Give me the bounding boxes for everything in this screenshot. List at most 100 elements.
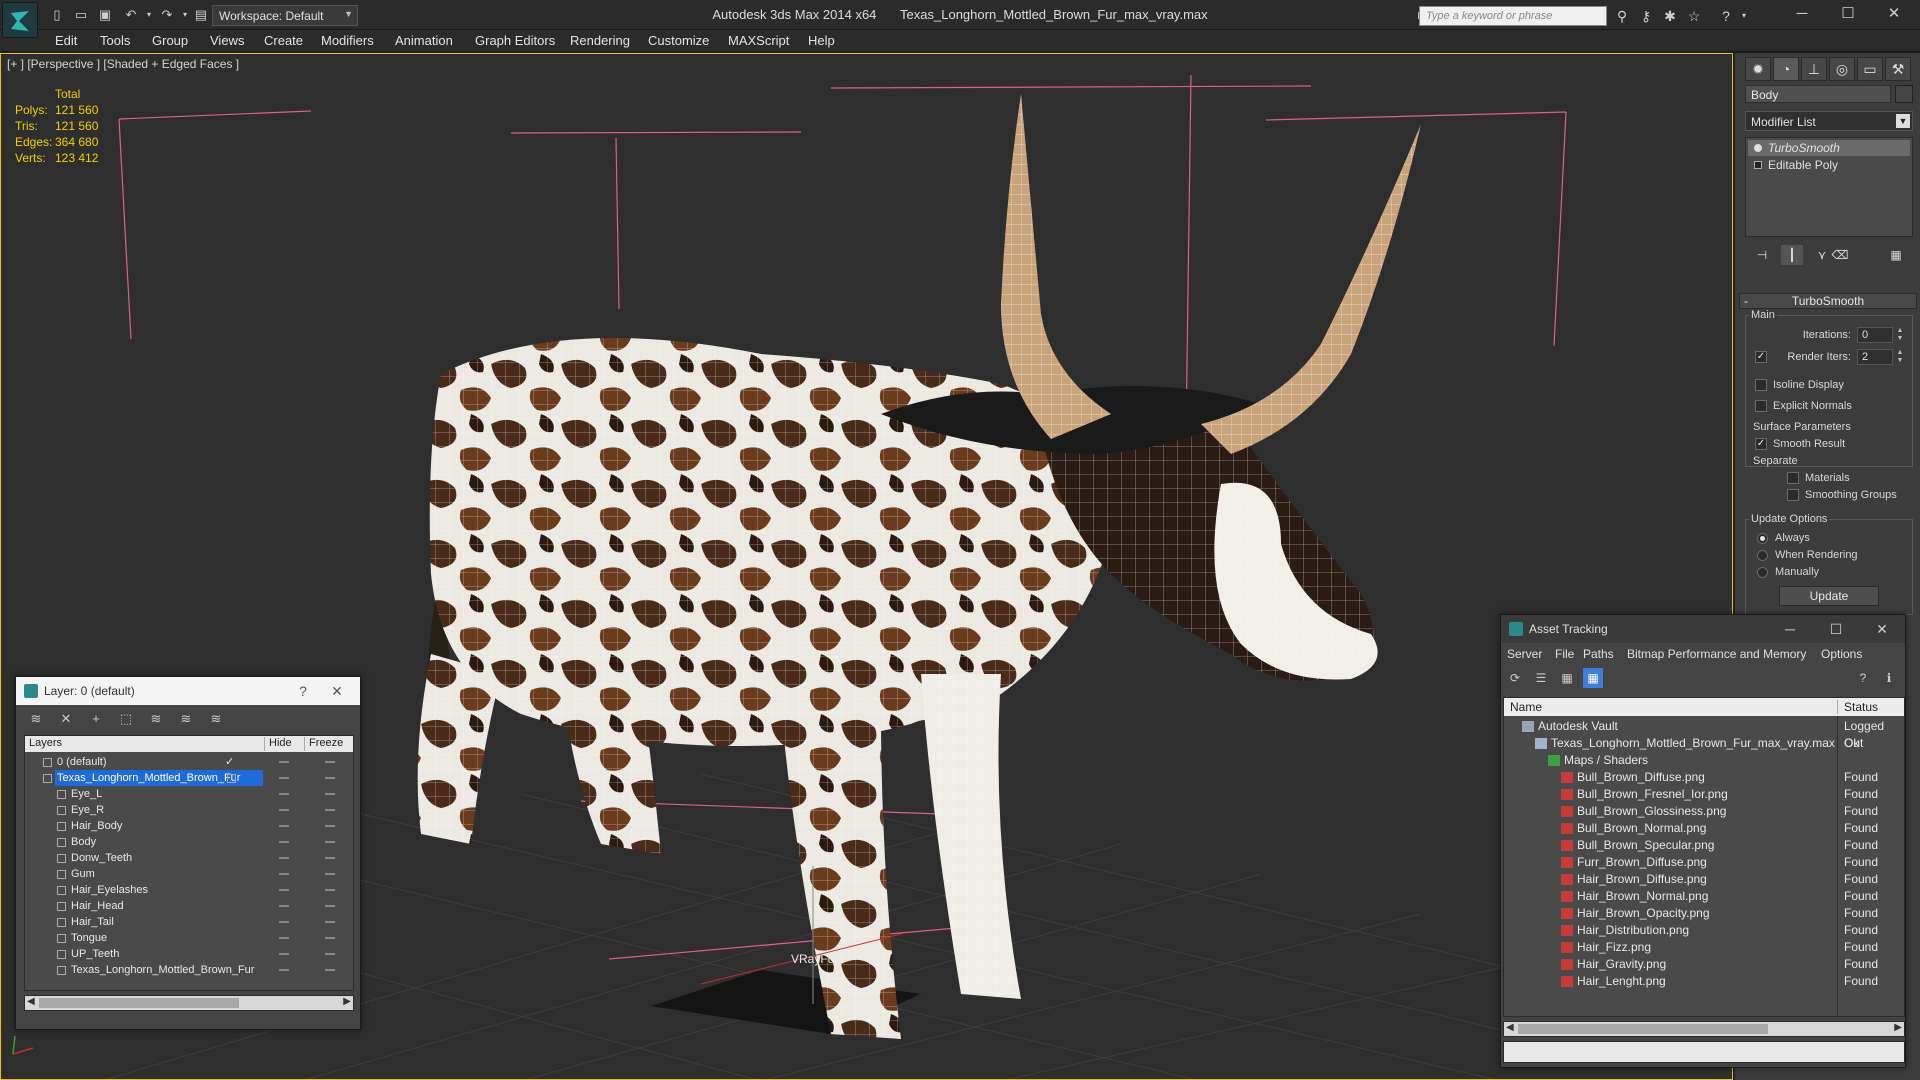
explicit-normals-checkbox[interactable]	[1755, 400, 1767, 412]
render-iters-checkbox[interactable]: ✓	[1755, 351, 1767, 363]
layer-row[interactable]: Hair_Eyelashes	[25, 882, 353, 898]
hide-toggle[interactable]	[279, 873, 289, 875]
communication-icon[interactable]: ✱	[1660, 6, 1680, 26]
layer-row[interactable]: 0 (default) ✓	[25, 754, 353, 770]
scroll-right-icon[interactable]: ▶	[1894, 1022, 1902, 1033]
turbosmooth-rollout-header[interactable]: - TurboSmooth	[1739, 293, 1917, 309]
layer-row[interactable]: Texas_Longhorn_Mottled_Brown_Fur	[25, 770, 353, 786]
workspace-select[interactable]: Workspace: Default ▼	[212, 5, 358, 26]
layer-row[interactable]: Eye_L	[25, 786, 353, 802]
layer-row[interactable]: Tongue	[25, 930, 353, 946]
menu-views[interactable]: Views	[210, 33, 244, 48]
binoculars-icon[interactable]: ⚲	[1612, 6, 1632, 26]
spinner-arrows-icon[interactable]: ▲ ▼	[1895, 327, 1905, 343]
undo-dropdown-icon[interactable]: ▾	[140, 6, 158, 24]
layer-window-titlebar[interactable]: Layer: 0 (default) ? ✕	[16, 677, 360, 705]
horizontal-scrollbar[interactable]: ◀ ▶	[24, 995, 354, 1011]
lightbulb-icon[interactable]	[1754, 144, 1762, 152]
asset-row[interactable]: Hair_Brown_Normal.png Found	[1504, 888, 1904, 905]
app-logo-icon[interactable]	[2, 2, 38, 38]
column-status[interactable]: Status	[1838, 700, 1904, 714]
favorites-star-icon[interactable]: ☆	[1684, 6, 1704, 26]
iterations-spinner[interactable]: 0	[1857, 327, 1893, 343]
hide-all-icon[interactable]: ≋	[174, 709, 198, 729]
asset-row[interactable]: Hair_Gravity.png Found	[1504, 956, 1904, 973]
asset-row[interactable]: Texas_Longhorn_Mottled_Brown_Fur_max_vra…	[1504, 735, 1904, 752]
column-name[interactable]: Name	[1504, 700, 1838, 714]
freeze-toggle[interactable]	[325, 969, 335, 971]
asset-row[interactable]: Hair_Lenght.png Found	[1504, 973, 1904, 990]
always-radio[interactable]	[1757, 533, 1768, 544]
asset-row[interactable]: Bull_Brown_Specular.png Found	[1504, 837, 1904, 854]
minimize-icon[interactable]: ─	[1779, 0, 1825, 28]
materials-checkbox[interactable]	[1787, 472, 1799, 484]
configure-sets-icon[interactable]: ▦	[1885, 245, 1907, 265]
redo-icon[interactable]: ↷	[158, 6, 176, 24]
layer-row[interactable]: Eye_R	[25, 802, 353, 818]
set-current-icon[interactable]	[227, 774, 236, 783]
menu-animation[interactable]: Animation	[395, 33, 453, 48]
hide-toggle[interactable]	[279, 857, 289, 859]
object-color-swatch[interactable]	[1895, 85, 1913, 103]
menu-group[interactable]: Group	[152, 33, 188, 48]
asset-row[interactable]: Hair_Distribution.png Found	[1504, 922, 1904, 939]
menu-customize[interactable]: Customize	[648, 33, 709, 48]
hide-toggle[interactable]	[279, 921, 289, 923]
menu-edit[interactable]: Edit	[55, 33, 77, 48]
freeze-toggle[interactable]	[325, 825, 335, 827]
layer-row[interactable]: Gum	[25, 866, 353, 882]
close-icon[interactable]: ✕	[1871, 0, 1917, 28]
minimize-icon[interactable]: ─	[1773, 615, 1807, 643]
new-file-icon[interactable]: ▯	[48, 6, 66, 24]
column-layers[interactable]: Layers	[25, 737, 265, 751]
freeze-toggle[interactable]	[325, 889, 335, 891]
freeze-all-icon[interactable]: ≋	[204, 709, 228, 729]
freeze-toggle[interactable]	[325, 873, 335, 875]
freeze-toggle[interactable]	[325, 809, 335, 811]
expand-icon[interactable]	[1754, 161, 1762, 169]
show-end-result-icon[interactable]: ┃	[1781, 245, 1803, 265]
menu-modifiers[interactable]: Modifiers	[321, 33, 374, 48]
save-icon[interactable]: ▣	[96, 6, 114, 24]
asset-row[interactable]: Hair_Brown_Opacity.png Found	[1504, 905, 1904, 922]
manually-radio[interactable]	[1757, 567, 1768, 578]
smoothing-groups-checkbox[interactable]	[1787, 489, 1799, 501]
maximize-icon[interactable]: ☐	[1819, 615, 1853, 643]
column-freeze[interactable]: Freeze	[305, 737, 353, 751]
hide-toggle[interactable]	[279, 937, 289, 939]
add-to-layer-icon[interactable]: +	[84, 709, 108, 729]
refresh-icon[interactable]: ⟳	[1505, 668, 1525, 688]
search-input[interactable]: Type a keyword or phrase	[1419, 6, 1607, 26]
pin-stack-icon[interactable]: ⊣	[1751, 245, 1773, 265]
asset-row[interactable]: Bull_Brown_Normal.png Found	[1504, 820, 1904, 837]
menu-graph-editors[interactable]: Graph Editors	[475, 33, 555, 48]
thumbnail-view-icon[interactable]: ▦	[1557, 668, 1577, 688]
layer-row[interactable]: Donw_Teeth	[25, 850, 353, 866]
object-name-input[interactable]: Body	[1745, 85, 1891, 103]
create-layer-icon[interactable]: ≋	[24, 709, 48, 729]
layer-row[interactable]: Texas_Longhorn_Mottled_Brown_Fur	[25, 962, 353, 978]
asset-row[interactable]: Hair_Fizz.png Found	[1504, 939, 1904, 956]
asset-menu-bitmap-performance[interactable]: Bitmap Performance and Memory	[1627, 647, 1806, 661]
isoline-display-checkbox[interactable]	[1755, 379, 1767, 391]
hide-toggle[interactable]	[279, 793, 289, 795]
asset-row[interactable]: Bull_Brown_Fresnel_Ior.png Found	[1504, 786, 1904, 803]
undo-icon[interactable]: ↶	[122, 6, 140, 24]
render-iters-spinner[interactable]: 2	[1857, 349, 1893, 365]
menu-tools[interactable]: Tools	[100, 33, 130, 48]
help-dropdown-icon[interactable]: ▾	[1734, 6, 1754, 26]
freeze-toggle[interactable]	[325, 841, 335, 843]
asset-row[interactable]: Hair_Brown_Diffuse.png Found	[1504, 871, 1904, 888]
hide-toggle[interactable]	[279, 969, 289, 971]
freeze-toggle[interactable]	[325, 953, 335, 955]
asset-menu-file[interactable]: File	[1555, 647, 1574, 661]
hide-toggle[interactable]	[279, 889, 289, 891]
asset-menu-options[interactable]: Options	[1821, 647, 1862, 661]
scrollbar-thumb[interactable]	[39, 998, 239, 1008]
stack-item-turbosmooth[interactable]: TurboSmooth	[1748, 140, 1910, 156]
key-icon[interactable]: ⚷	[1636, 6, 1656, 26]
smooth-result-checkbox[interactable]: ✓	[1755, 438, 1767, 450]
motion-tab-icon[interactable]: ◎	[1829, 57, 1855, 81]
stack-item-editable-poly[interactable]: Editable Poly	[1748, 157, 1910, 173]
menu-rendering[interactable]: Rendering	[570, 33, 630, 48]
